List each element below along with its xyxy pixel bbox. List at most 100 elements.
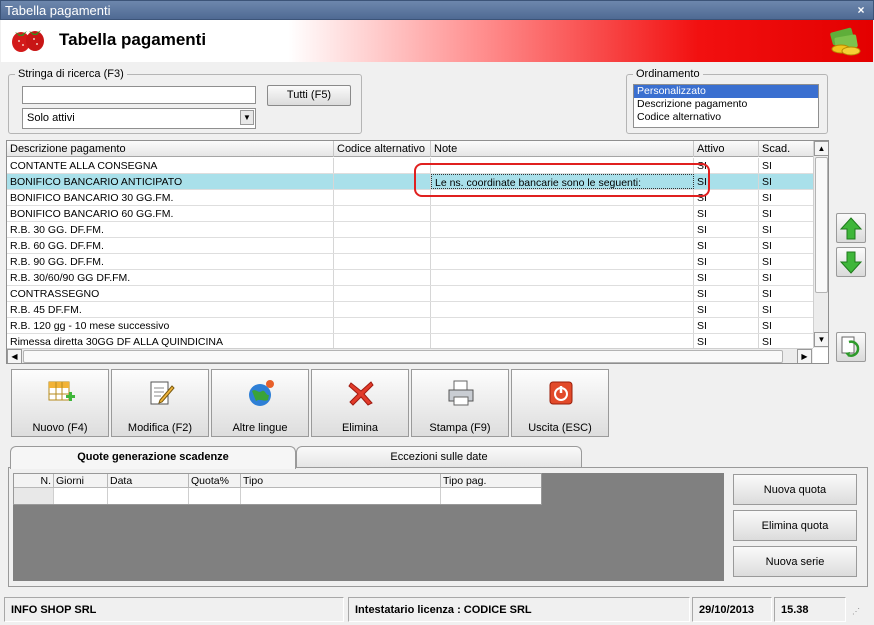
move-up-button[interactable]: [836, 213, 866, 243]
cell-note[interactable]: [431, 270, 694, 285]
cell-description[interactable]: BONIFICO BANCARIO ANTICIPATO: [7, 174, 334, 189]
sort-listbox[interactable]: Personalizzato Descrizione pagamento Cod…: [633, 84, 819, 128]
cell-active[interactable]: SI: [694, 206, 759, 221]
table-row[interactable]: R.B. 45 DF.FM. SI SI: [7, 302, 813, 318]
cell-note[interactable]: [431, 238, 694, 253]
cell-active[interactable]: SI: [694, 254, 759, 269]
sort-option-alt-code[interactable]: Codice alternativo: [634, 111, 818, 124]
grid-vertical-scrollbar[interactable]: ▲ ▼: [813, 141, 828, 348]
table-row[interactable]: BONIFICO BANCARIO 60 GG.FM. SI SI: [7, 206, 813, 222]
cell-alt-code[interactable]: [334, 318, 431, 333]
cell-alt-code[interactable]: [334, 334, 431, 349]
cell-active[interactable]: SI: [694, 222, 759, 237]
quote-column-date[interactable]: Data: [108, 474, 189, 488]
quote-column-index[interactable]: N.: [14, 474, 54, 488]
cell-description[interactable]: BONIFICO BANCARIO 30 GG.FM.: [7, 190, 334, 205]
cell-description[interactable]: BONIFICO BANCARIO 60 GG.FM.: [7, 206, 334, 221]
cell-description[interactable]: R.B. 60 GG. DF.FM.: [7, 238, 334, 253]
tab-date-exceptions[interactable]: Eccezioni sulle date: [296, 446, 582, 468]
tab-quote-generation[interactable]: Quote generazione scadenze: [10, 446, 296, 469]
cell-alt-code[interactable]: [334, 302, 431, 317]
cell-due[interactable]: SI: [759, 174, 813, 189]
quote-column-payment-type[interactable]: Tipo pag.: [441, 474, 541, 488]
quote-cell-days[interactable]: [54, 488, 108, 504]
cell-due[interactable]: SI: [759, 222, 813, 237]
delete-quota-button[interactable]: Elimina quota: [733, 510, 857, 541]
cell-note[interactable]: [431, 318, 694, 333]
scroll-thumb-horizontal[interactable]: [23, 350, 783, 363]
column-active[interactable]: Attivo: [694, 141, 759, 157]
new-button[interactable]: Nuovo (F4): [11, 369, 109, 437]
move-down-button[interactable]: [836, 247, 866, 277]
delete-button[interactable]: Elimina: [311, 369, 409, 437]
quote-column-days[interactable]: Giorni: [54, 474, 108, 488]
cell-description[interactable]: R.B. 90 GG. DF.FM.: [7, 254, 334, 269]
quote-column-type[interactable]: Tipo: [241, 474, 441, 488]
scroll-left-arrow-icon[interactable]: ◀: [7, 349, 22, 363]
scroll-up-arrow-icon[interactable]: ▲: [814, 141, 828, 156]
cell-description[interactable]: CONTANTE ALLA CONSEGNA: [7, 158, 334, 173]
scroll-thumb[interactable]: [815, 157, 828, 293]
cell-note[interactable]: [431, 222, 694, 237]
cell-active[interactable]: SI: [694, 238, 759, 253]
scroll-down-arrow-icon[interactable]: ▼: [814, 332, 828, 347]
resize-grip-icon[interactable]: ⋰: [852, 607, 860, 616]
new-series-button[interactable]: Nuova serie: [733, 546, 857, 577]
table-row[interactable]: CONTRASSEGNO SI SI: [7, 286, 813, 302]
cell-description[interactable]: R.B. 45 DF.FM.: [7, 302, 334, 317]
other-languages-button[interactable]: Altre lingue: [211, 369, 309, 437]
cell-due[interactable]: SI: [759, 206, 813, 221]
status-filter-select[interactable]: Solo attivi ▼: [22, 108, 256, 129]
sort-option-description[interactable]: Descrizione pagamento: [634, 98, 818, 111]
cell-active[interactable]: SI: [694, 334, 759, 349]
column-description[interactable]: Descrizione pagamento: [7, 141, 334, 157]
column-due[interactable]: Scad.: [759, 141, 813, 157]
chevron-down-icon[interactable]: ▼: [240, 110, 254, 125]
cell-alt-code[interactable]: [334, 238, 431, 253]
cell-alt-code[interactable]: [334, 286, 431, 301]
table-row[interactable]: R.B. 30/60/90 GG DF.FM. SI SI: [7, 270, 813, 286]
cell-due[interactable]: SI: [759, 302, 813, 317]
cell-note[interactable]: [431, 286, 694, 301]
table-row[interactable]: R.B. 120 gg - 10 mese successivo SI SI: [7, 318, 813, 334]
cell-note[interactable]: [431, 206, 694, 221]
cell-due[interactable]: SI: [759, 318, 813, 333]
cell-due[interactable]: SI: [759, 286, 813, 301]
cell-due[interactable]: SI: [759, 190, 813, 205]
cell-active[interactable]: SI: [694, 302, 759, 317]
exit-button[interactable]: Uscita (ESC): [511, 369, 609, 437]
print-button[interactable]: Stampa (F9): [411, 369, 509, 437]
scroll-right-arrow-icon[interactable]: ▶: [797, 349, 812, 363]
cell-due[interactable]: SI: [759, 270, 813, 285]
cell-alt-code[interactable]: [334, 270, 431, 285]
quote-cell-percent[interactable]: [189, 488, 241, 504]
table-row[interactable]: R.B. 90 GG. DF.FM. SI SI: [7, 254, 813, 270]
cell-alt-code[interactable]: [334, 206, 431, 221]
cell-note[interactable]: [431, 334, 694, 349]
cell-note[interactable]: [431, 302, 694, 317]
cell-active[interactable]: SI: [694, 286, 759, 301]
cell-description[interactable]: CONTRASSEGNO: [7, 286, 334, 301]
refresh-button[interactable]: [836, 332, 866, 362]
cell-description[interactable]: R.B. 30/60/90 GG DF.FM.: [7, 270, 334, 285]
quote-column-percent[interactable]: Quota%: [189, 474, 241, 488]
cell-note[interactable]: [431, 254, 694, 269]
column-alt-code[interactable]: Codice alternativo: [334, 141, 431, 157]
cell-due[interactable]: SI: [759, 254, 813, 269]
cell-due[interactable]: SI: [759, 334, 813, 349]
close-icon[interactable]: ×: [854, 0, 868, 20]
cell-description[interactable]: R.B. 30 GG. DF.FM.: [7, 222, 334, 237]
search-input[interactable]: [22, 86, 256, 104]
cell-due[interactable]: SI: [759, 238, 813, 253]
quote-cell-index[interactable]: [14, 488, 54, 504]
quote-cell-type[interactable]: [241, 488, 441, 504]
table-row[interactable]: R.B. 60 GG. DF.FM. SI SI: [7, 238, 813, 254]
cell-active[interactable]: SI: [694, 318, 759, 333]
cell-due[interactable]: SI: [759, 158, 813, 173]
quote-cell-date[interactable]: [108, 488, 189, 504]
quote-cell-payment-type[interactable]: [441, 488, 541, 504]
cell-description[interactable]: Rimessa diretta 30GG DF ALLA QUINDICINA: [7, 334, 334, 349]
all-button[interactable]: Tutti (F5): [267, 85, 351, 106]
sort-option-custom[interactable]: Personalizzato: [634, 85, 818, 98]
quote-grid[interactable]: N. Giorni Data Quota% Tipo Tipo pag.: [13, 473, 542, 505]
